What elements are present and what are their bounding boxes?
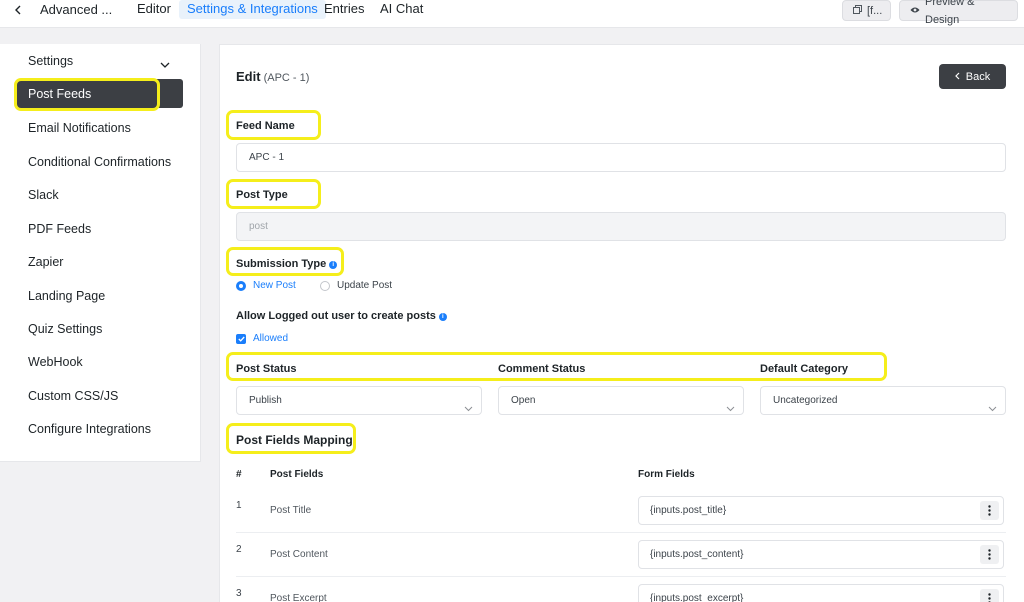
submission-type-label-text: Submission Type [236, 258, 327, 270]
settings-sidebar: Settings Post Feeds Email Notifications … [0, 44, 201, 462]
form-field-input[interactable]: {inputs.post_title} [638, 496, 1004, 525]
column-header-post-fields: Post Fields [270, 469, 324, 480]
row-divider [236, 532, 1006, 533]
radio-new-post-label[interactable]: New Post [253, 280, 296, 291]
page-title-text: Edit [236, 69, 261, 84]
allowed-checkbox[interactable] [236, 334, 246, 344]
sidebar-item-custom-css-js[interactable]: Custom CSS/JS [28, 389, 118, 403]
sidebar-item-webhook[interactable]: WebHook [28, 355, 83, 369]
allow-logged-out-label-text: Allow Logged out user to create posts [236, 310, 436, 322]
chevron-down-icon [464, 396, 473, 423]
table-row-number: 2 [236, 544, 242, 555]
sidebar-item-email-notifications[interactable]: Email Notifications [28, 121, 131, 135]
feed-name-label: Feed Name [236, 120, 295, 132]
sidebar-item-landing-page[interactable]: Landing Page [28, 289, 105, 303]
column-header-num: # [236, 469, 242, 480]
table-row-number: 3 [236, 588, 242, 599]
form-field-value: {inputs.post_title} [650, 505, 727, 516]
allowed-checkbox-label[interactable]: Allowed [253, 333, 288, 344]
sidebar-item-quiz-settings[interactable]: Quiz Settings [28, 322, 102, 336]
form-field-value: {inputs.post_excerpt} [650, 593, 744, 602]
post-type-input: post [236, 212, 1006, 241]
shortcode-button[interactable]: [f... [842, 0, 891, 21]
form-field-input[interactable]: {inputs.post_excerpt} [638, 584, 1004, 602]
tab-settings-integrations[interactable]: Settings & Integrations [179, 0, 326, 19]
tab-ai-chat[interactable]: AI Chat [372, 0, 431, 19]
post-status-value: Publish [249, 395, 282, 406]
sidebar-item-conditional-confirmations[interactable]: Conditional Confirmations [28, 155, 171, 169]
tab-editor[interactable]: Editor [129, 0, 179, 19]
sidebar-item-pdf-feeds[interactable]: PDF Feeds [28, 222, 91, 236]
tab-entries[interactable]: Entries [316, 0, 372, 19]
sidebar-item-slack[interactable]: Slack [28, 188, 59, 202]
post-fields-mapping-title: Post Fields Mapping [236, 433, 353, 447]
sidebar-item-configure-integrations[interactable]: Configure Integrations [28, 422, 151, 436]
radio-update-post[interactable] [320, 281, 330, 291]
form-field-value: {inputs.post_content} [650, 549, 744, 560]
info-icon[interactable]: i [329, 261, 338, 269]
chevron-down-icon[interactable] [160, 56, 170, 71]
eye-icon [910, 2, 920, 20]
info-icon[interactable]: i [438, 313, 447, 321]
row-divider [236, 576, 1006, 577]
checkmark-icon [237, 336, 245, 342]
comment-status-select[interactable]: Open [498, 386, 744, 415]
comment-status-value: Open [511, 395, 536, 406]
default-category-select[interactable]: Uncategorized [760, 386, 1006, 415]
more-vertical-icon[interactable] [980, 501, 999, 520]
table-row-post-field: Post Excerpt [270, 593, 327, 602]
sidebar-item-zapier[interactable]: Zapier [28, 255, 63, 269]
comment-status-label: Comment Status [498, 363, 586, 375]
back-button[interactable]: Back [939, 64, 1006, 89]
allow-logged-out-label: Allow Logged out user to create posts i [236, 310, 447, 322]
chevron-down-icon [988, 396, 997, 423]
radio-new-post[interactable] [236, 281, 246, 291]
sidebar-item-post-feeds-label: Post Feeds [28, 87, 92, 101]
copy-icon [853, 2, 862, 20]
post-status-select[interactable]: Publish [236, 386, 482, 415]
sidebar-heading-settings[interactable]: Settings [28, 54, 73, 68]
default-category-value: Uncategorized [773, 395, 838, 406]
more-vertical-icon[interactable] [980, 545, 999, 564]
preview-label: Preview & Design [925, 0, 975, 26]
table-row-number: 1 [236, 500, 242, 511]
page-title: Edit (APC - 1) [236, 69, 309, 84]
form-field-input[interactable]: {inputs.post_content} [638, 540, 1004, 569]
form-title: Advanced ... [40, 2, 113, 17]
chevron-left-icon [954, 71, 960, 83]
top-bar: Advanced ... Editor Settings & Integrati… [0, 0, 1024, 28]
table-row-post-field: Post Content [270, 549, 328, 560]
feed-edit-panel: Edit (APC - 1) Back Feed Name APC - 1 Pos… [219, 44, 1024, 602]
table-row-post-field: Post Title [270, 505, 312, 516]
shortcode-label: [f... [867, 4, 883, 17]
column-header-form-fields: Form Fields [638, 469, 695, 480]
back-button-label: Back [965, 70, 991, 83]
radio-update-post-label[interactable]: Update Post [337, 280, 392, 291]
post-type-label: Post Type [236, 189, 288, 201]
preview-design-button[interactable]: Preview & Design [899, 0, 1018, 26]
chevron-left-icon[interactable] [10, 2, 26, 18]
submission-type-label: Submission Type i [236, 258, 338, 270]
chevron-down-icon [726, 396, 735, 423]
page-subtitle: (APC - 1) [263, 72, 310, 84]
feed-name-input[interactable]: APC - 1 [236, 143, 1006, 172]
post-status-label: Post Status [236, 363, 297, 375]
default-category-label: Default Category [760, 363, 849, 375]
more-vertical-icon[interactable] [980, 589, 999, 602]
